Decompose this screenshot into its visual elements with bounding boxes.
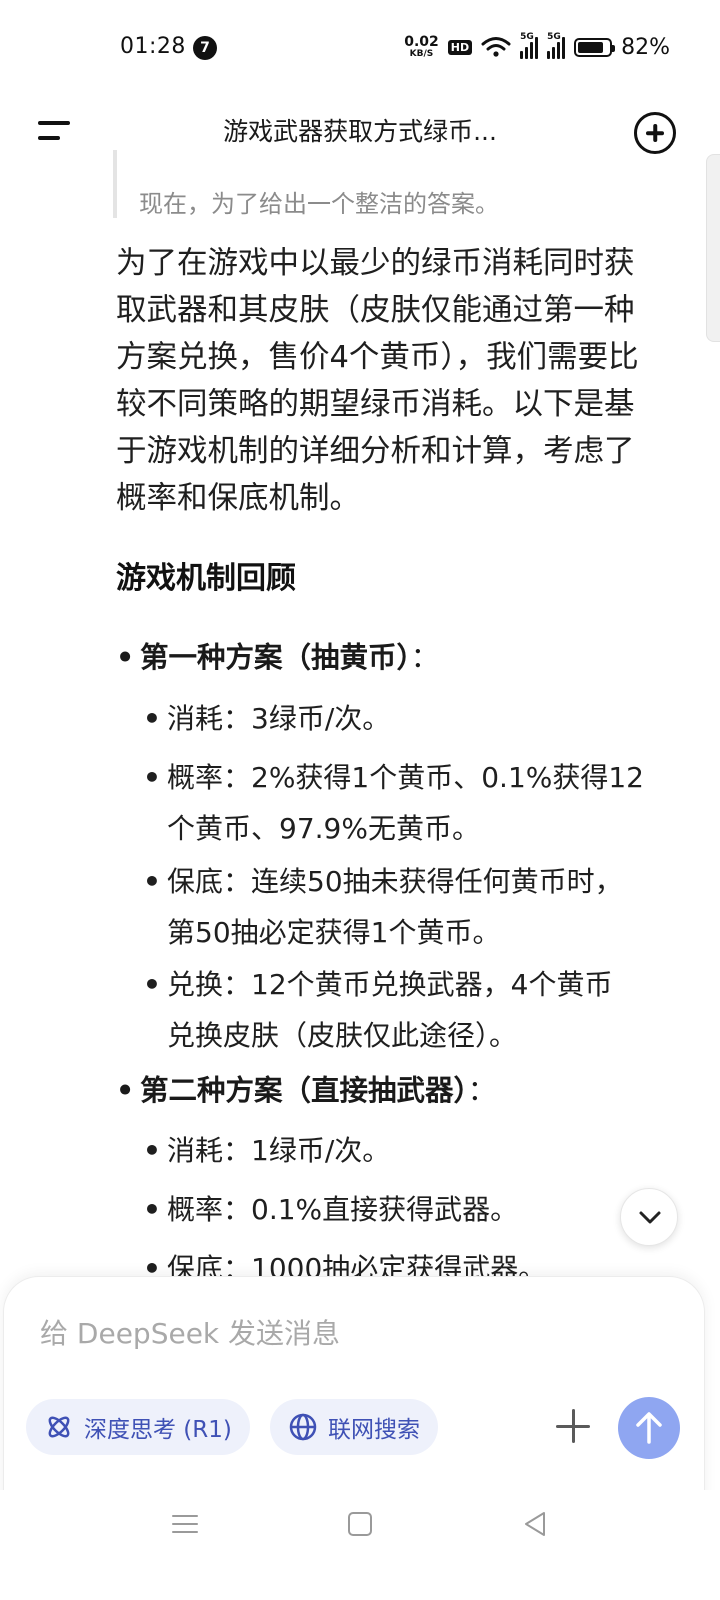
bullet-dot: • [143, 702, 161, 735]
signal-icon-sim1: 5G [520, 32, 539, 59]
network-speed-value: 0.02 [404, 34, 439, 50]
detail-line: 概率：2%获得1个黄币、0.1%获得12 [167, 761, 644, 794]
recent-apps-button[interactable] [172, 1513, 198, 1535]
status-icons: 0.02 KB/S HD 5G 5G 82% [404, 33, 670, 61]
section-heading: 游戏机制回顾 [116, 561, 296, 596]
intro-line: 为了在游戏中以最少的绿币消耗同时获 [116, 246, 635, 281]
system-nav-bar [0, 1490, 720, 1600]
new-chat-button[interactable] [634, 112, 676, 154]
back-button[interactable] [522, 1510, 548, 1538]
atom-icon [48, 1416, 70, 1438]
bullet-dot: • [116, 641, 135, 674]
chevron-down-icon [639, 1211, 661, 1224]
attach-button[interactable] [554, 1405, 594, 1449]
network-speed-unit: KB/S [409, 49, 434, 59]
quote-text: 现在，为了给出一个整洁的答案。 [139, 190, 499, 218]
bullet-dot: • [116, 1074, 135, 1107]
bullet-dot: • [143, 1134, 161, 1167]
arrow-up-icon [636, 1412, 662, 1444]
battery-icon [574, 37, 616, 57]
status-bar: 01:28 7 0.02 KB/S HD 5G 5G 82% [0, 0, 720, 96]
menu-button[interactable] [30, 116, 74, 148]
plan-1-item: • 第一种方案（抽黄币）： [116, 635, 439, 676]
detail-line: 第50抽必定获得1个黄币。 [167, 916, 501, 949]
detail-line: 消耗：3绿币/次。 [167, 702, 391, 735]
intro-line: 方案兑换，售价4个黄币），我们需要比 [116, 340, 639, 375]
network-speed: 0.02 KB/S [404, 35, 439, 59]
hd-voice-icon: HD [447, 39, 473, 55]
bullet-dot: • [143, 865, 161, 898]
signal-icon-sim2: 5G [547, 32, 566, 59]
scrollbar[interactable] [706, 154, 720, 342]
message-composer: 深度思考 (R1) 联网搜索 [3, 1276, 705, 1516]
plan-1-title: 第一种方案（抽黄币） [140, 641, 411, 674]
detail-line: 保底：连续50抽未获得任何黄币时， [167, 865, 623, 898]
intro-line: 概率和保底机制。 [116, 481, 360, 516]
bullet-dot: • [143, 1193, 161, 1226]
detail-line: 概率：0.1%直接获得武器。 [167, 1193, 519, 1226]
scroll-to-bottom-button[interactable] [620, 1188, 678, 1246]
detail-line: 个黄币、97.9%无黄币。 [167, 812, 480, 845]
wifi-icon [481, 37, 511, 57]
intro-line: 取武器和其皮肤（皮肤仅能通过第一种 [116, 293, 635, 328]
home-button[interactable] [348, 1512, 372, 1536]
plan-1-colon: ： [410, 641, 440, 674]
chat-title[interactable]: 游戏武器获取方式绿币... [110, 112, 610, 148]
globe-icon [289, 1413, 317, 1441]
menu-icon [38, 121, 70, 125]
chat-content[interactable]: 现在，为了给出一个整洁的答案。 为了在游戏中以最少的绿币消耗同时获 取武器和其皮… [0, 150, 720, 1310]
battery-percent: 82% [621, 34, 670, 60]
thinking-quote: 现在，为了给出一个整洁的答案。 [113, 150, 673, 218]
intro-line: 于游戏机制的详细分析和计算，考虑了 [116, 434, 635, 469]
battery-level-fill [578, 41, 603, 53]
clock: 01:28 [120, 34, 186, 59]
message-input[interactable] [40, 1313, 600, 1353]
plan-2-item: • 第二种方案（直接抽武器）： [116, 1068, 496, 1109]
deep-think-toggle[interactable]: 深度思考 (R1) [26, 1399, 250, 1455]
intro-paragraph: 为了在游戏中以最少的绿币消耗同时获 取武器和其皮肤（皮肤仅能通过第一种 方案兑换… [116, 240, 684, 522]
send-button[interactable] [618, 1397, 680, 1459]
intro-line: 较不同策略的期望绿币消耗。以下是基 [116, 387, 635, 422]
web-search-label: 联网搜索 [328, 1417, 420, 1443]
detail-line: 兑换：12个黄币兑换武器，4个黄币 [167, 968, 613, 1001]
detail-line: 兑换皮肤（皮肤仅此途径）。 [167, 1019, 518, 1052]
signal-5g-label: 5G [547, 32, 561, 42]
deep-think-label: 深度思考 (R1) [84, 1417, 232, 1443]
detail-line: 消耗：1绿币/次。 [167, 1134, 391, 1167]
signal-5g-label: 5G [520, 32, 534, 42]
plan-2-colon: ： [467, 1074, 497, 1107]
notification-count-badge: 7 [193, 36, 217, 60]
bullet-dot: • [143, 968, 161, 1001]
web-search-toggle[interactable]: 联网搜索 [270, 1399, 438, 1455]
plan-2-title: 第二种方案（直接抽武器） [140, 1074, 468, 1107]
bullet-dot: • [143, 761, 161, 794]
